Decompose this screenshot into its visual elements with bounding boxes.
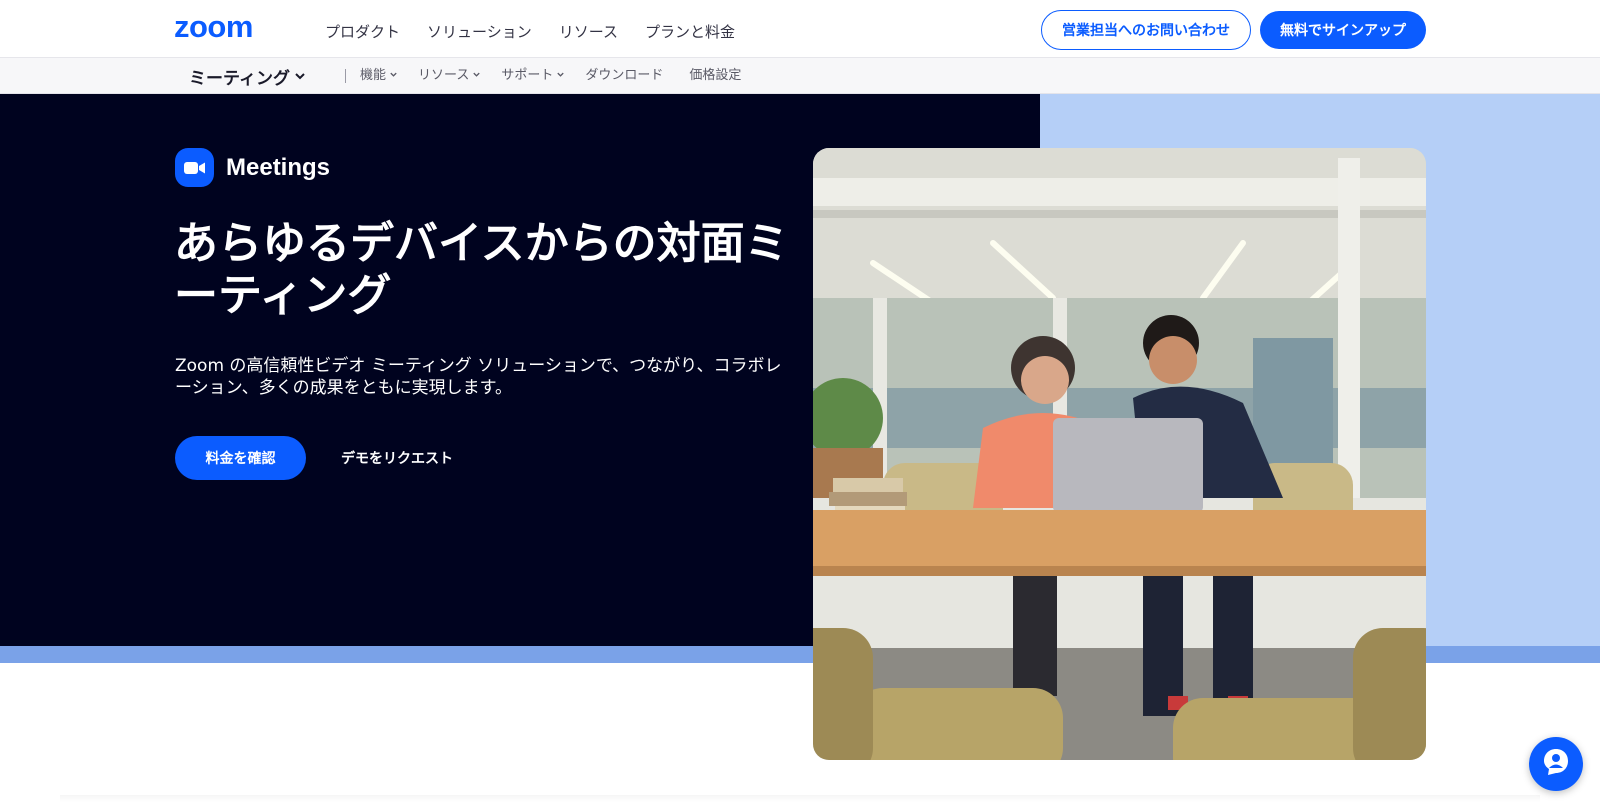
- zoom-logo[interactable]: zoom: [174, 11, 253, 42]
- page: zoom プロダクト ソリューション リソース プランと料金 営業担当へのお問い…: [0, 0, 1600, 802]
- product-badge: Meetings: [175, 148, 330, 187]
- subnav-item-resources[interactable]: リソース: [418, 67, 481, 85]
- chevron-down-icon: [556, 67, 565, 85]
- subnav-item-pricing[interactable]: 価格設定: [689, 67, 741, 85]
- subnav-item-download[interactable]: ダウンロード: [585, 67, 663, 85]
- subnav-links: 機能 リソース サポート ダウンロード 価格設定: [360, 67, 761, 85]
- subnav-meetings-dropdown[interactable]: ミーティング: [189, 64, 306, 89]
- hero-description: Zoom の高信頼性ビデオ ミーティング ソリューションで、つながり、コラボレー…: [175, 356, 782, 398]
- contact-sales-button[interactable]: 営業担当へのお問い合わせ: [1041, 10, 1251, 50]
- top-nav-item-product[interactable]: プロダクト: [325, 20, 400, 44]
- video-camera-icon: [175, 148, 214, 187]
- top-nav-links: プロダクト ソリューション リソース プランと料金: [325, 20, 762, 44]
- chevron-down-icon: [294, 67, 306, 87]
- subnav-item-label: リソース: [418, 68, 470, 83]
- subnav-item-label: サポート: [501, 68, 554, 83]
- hero-title: あらゆるデバイスからの対面ミーティング: [174, 218, 789, 321]
- view-pricing-button[interactable]: 料金を確認: [175, 436, 306, 480]
- request-demo-link[interactable]: デモをリクエスト: [341, 448, 453, 468]
- top-nav-item-resources[interactable]: リソース: [559, 20, 618, 44]
- subnav-divider: [345, 69, 346, 83]
- top-nav: zoom プロダクト ソリューション リソース プランと料金 営業担当へのお問い…: [0, 0, 1600, 58]
- chevron-down-icon: [472, 67, 481, 85]
- subnav-item-label: ダウンロード: [585, 68, 664, 83]
- hero-photo: [813, 148, 1426, 760]
- section-shadow: [60, 795, 1540, 802]
- subnav-item-support[interactable]: サポート: [501, 67, 565, 85]
- chat-agent-icon: [1541, 747, 1571, 781]
- sub-nav: ミーティング 機能 リソース サポート ダウンロード 価格設定: [0, 58, 1600, 94]
- chevron-down-icon: [389, 67, 398, 85]
- chat-support-button[interactable]: [1529, 737, 1583, 791]
- top-nav-item-solutions[interactable]: ソリューション: [427, 20, 532, 44]
- subnav-item-features[interactable]: 機能: [360, 67, 398, 85]
- subnav-title-label: ミーティング: [189, 69, 290, 89]
- subnav-item-label: 機能: [360, 68, 387, 83]
- signup-free-button[interactable]: 無料でサインアップ: [1260, 11, 1426, 49]
- product-name: Meetings: [226, 153, 331, 181]
- subnav-item-label: 価格設定: [689, 68, 742, 83]
- top-nav-item-plans-pricing[interactable]: プランと料金: [645, 20, 735, 44]
